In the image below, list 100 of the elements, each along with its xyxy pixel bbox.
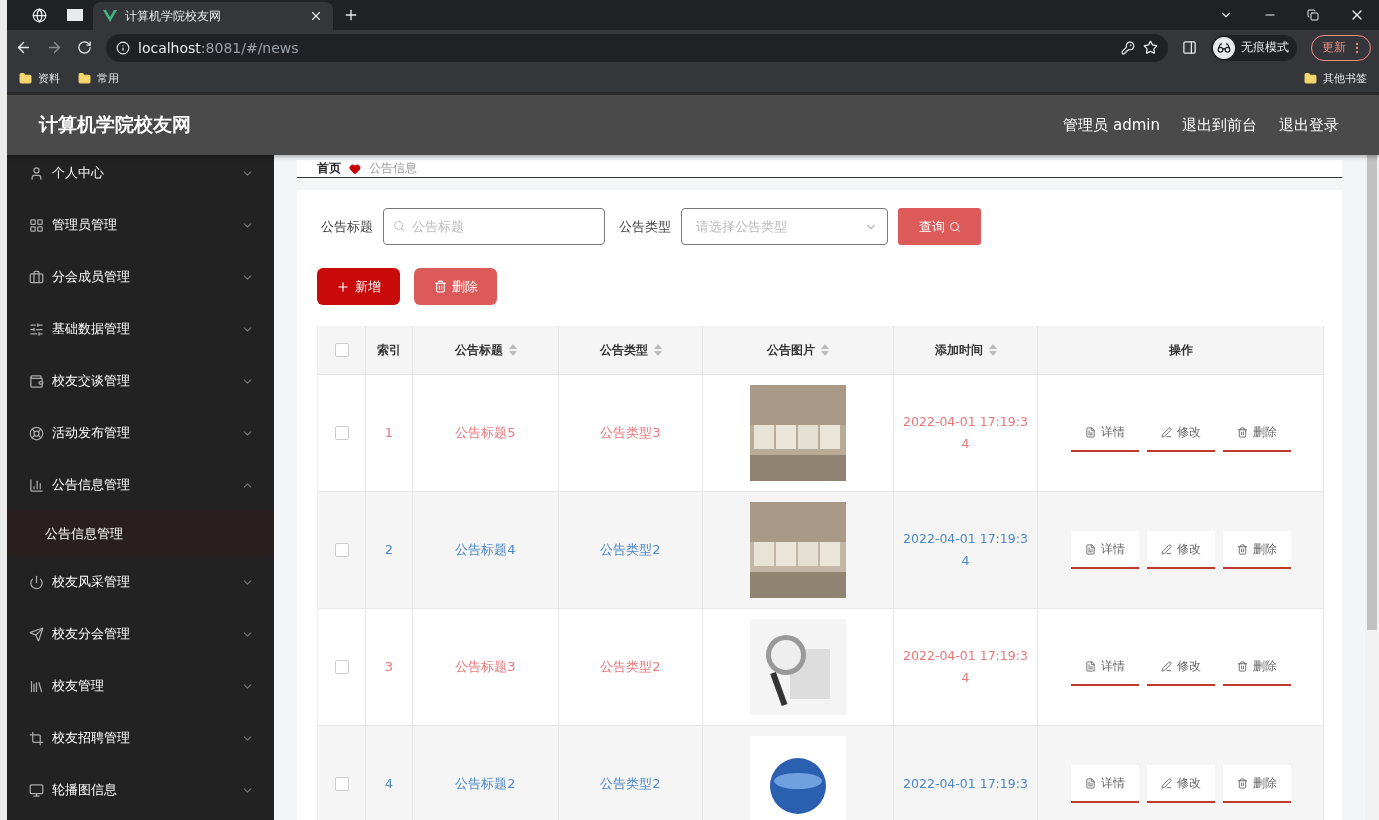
power-icon	[29, 574, 44, 590]
table-cell-text: 2022-04-01 17:19:3	[902, 775, 1029, 793]
address-bar[interactable]: localhost:8081/#/news	[106, 33, 1168, 62]
column-header[interactable]: 添加时间	[934, 341, 983, 359]
back-icon[interactable]	[15, 39, 32, 56]
type-select[interactable]: 请选择公告类型	[681, 208, 888, 245]
delete-button[interactable]: 删除	[414, 268, 497, 305]
menu-item[interactable]: 分会成员管理	[7, 251, 274, 303]
table-cell-text: 2022-04-01 17:19:34	[902, 413, 1029, 453]
menu-item[interactable]: 校友招聘管理	[7, 712, 274, 764]
row-action-button[interactable]: 修改	[1146, 531, 1215, 569]
row-action-button[interactable]: 删除	[1222, 765, 1291, 803]
document-icon	[1084, 777, 1096, 789]
column-header[interactable]: 公告图片	[767, 341, 815, 359]
table-cell-text: 3	[383, 658, 395, 676]
row-checkbox[interactable]	[334, 426, 349, 440]
table-cell-text: 公告类型3	[599, 424, 662, 442]
grid-icon	[29, 217, 44, 233]
menu-item[interactable]: 基础数据管理	[7, 303, 274, 355]
crop-icon	[29, 730, 44, 746]
query-button[interactable]: 查询	[898, 208, 981, 245]
bookmark[interactable]: 资料	[19, 71, 60, 86]
header-link[interactable]: 管理员 admin	[1063, 115, 1160, 135]
header-link[interactable]: 退出到前台	[1182, 115, 1257, 135]
bookmark[interactable]: 常用	[78, 71, 119, 86]
menu-item[interactable]: 校友交谈管理	[7, 355, 274, 407]
wallet-icon	[29, 373, 44, 389]
other-bookmarks[interactable]: 其他书签	[1304, 71, 1367, 86]
row-checkbox[interactable]	[334, 543, 349, 557]
sliders-icon	[29, 321, 44, 337]
filter-label: 公告标题	[321, 217, 373, 236]
title-search-field[interactable]: 公告标题	[383, 208, 605, 245]
breadcrumb-home[interactable]: 首页	[317, 160, 341, 177]
trash-icon	[1236, 777, 1248, 789]
column-header: 操作	[1168, 341, 1193, 359]
reload-icon[interactable]	[77, 40, 92, 55]
add-button[interactable]: 新增	[317, 268, 400, 305]
pen-icon	[1160, 543, 1172, 555]
side-panel-icon[interactable]	[1182, 40, 1197, 55]
header-link[interactable]: 退出登录	[1279, 115, 1339, 135]
pen-icon	[1160, 777, 1172, 789]
globe-icon[interactable]	[31, 7, 47, 23]
table-cell-text: 4	[383, 775, 395, 793]
document-icon	[1084, 660, 1096, 672]
column-header[interactable]: 公告标题	[454, 341, 503, 359]
table-cell-text: 2	[383, 541, 395, 559]
row-action-button[interactable]: 修改	[1146, 648, 1215, 686]
trash-icon	[1236, 660, 1248, 672]
site-title: 计算机学院校友网	[39, 112, 191, 137]
star-icon[interactable]	[1143, 40, 1158, 55]
menu-item[interactable]: 校友风采管理	[7, 556, 274, 608]
pen-icon	[1160, 660, 1172, 672]
lifebuoy-icon	[29, 425, 44, 441]
trash-icon	[1236, 543, 1248, 555]
row-action-button[interactable]: 修改	[1146, 414, 1215, 452]
table-cell-text: 公告类型2	[599, 658, 662, 676]
table-cell-text: 2022-04-01 17:19:34	[902, 647, 1029, 687]
submenu-item[interactable]: 公告信息管理	[7, 511, 274, 556]
table-cell-text: 1	[383, 424, 395, 442]
new-tab-icon[interactable]	[343, 7, 359, 23]
table-cell-text: 公告标题5	[454, 424, 517, 442]
column-header[interactable]: 公告类型	[599, 341, 648, 359]
browser-tab[interactable]: 计算机学院校友网	[93, 2, 333, 30]
menu-item[interactable]: 公告信息管理	[7, 459, 274, 511]
paper-plane-icon	[29, 626, 44, 642]
close-icon[interactable]	[309, 9, 323, 23]
row-action-button[interactable]: 详情	[1070, 765, 1139, 803]
incognito-icon	[1217, 40, 1231, 55]
row-action-button[interactable]: 详情	[1070, 414, 1139, 452]
row-action-button[interactable]: 修改	[1146, 765, 1215, 803]
incognito-profile[interactable]: 无痕模式	[1211, 34, 1297, 61]
document-icon	[1084, 426, 1096, 438]
menu-item[interactable]: 校友管理	[7, 660, 274, 712]
table-cell-text: 公告标题4	[454, 541, 517, 559]
row-checkbox[interactable]	[334, 660, 349, 674]
row-action-button[interactable]: 删除	[1222, 648, 1291, 686]
row-action-button[interactable]: 详情	[1070, 648, 1139, 686]
table-cell-text: 公告标题2	[454, 775, 517, 793]
select-all-checkbox[interactable]	[334, 343, 349, 357]
folder-icon	[78, 72, 91, 85]
row-action-button[interactable]: 删除	[1222, 414, 1291, 452]
menu-item[interactable]: 个人中心	[7, 155, 274, 199]
menu-item[interactable]: 轮播图信息	[7, 764, 274, 816]
row-action-button[interactable]: 详情	[1070, 531, 1139, 569]
search-icon	[948, 220, 961, 233]
trash-icon	[1236, 426, 1248, 438]
table-cell-text: 公告标题3	[454, 658, 517, 676]
restore-icon[interactable]	[1307, 9, 1319, 21]
key-icon[interactable]	[1121, 40, 1135, 55]
row-checkbox[interactable]	[334, 777, 349, 791]
menu-item[interactable]: 校友分会管理	[7, 608, 274, 660]
menu-item[interactable]: 管理员管理	[7, 199, 274, 251]
row-action-button[interactable]: 删除	[1222, 531, 1291, 569]
forward-icon[interactable]	[46, 39, 63, 56]
table-cell-text: 公告类型2	[599, 775, 662, 793]
menu-item[interactable]: 活动发布管理	[7, 407, 274, 459]
info-icon[interactable]	[116, 40, 130, 55]
plus-icon	[336, 279, 350, 294]
scrollbar[interactable]	[1365, 155, 1379, 820]
filter-label: 公告类型	[619, 217, 671, 236]
